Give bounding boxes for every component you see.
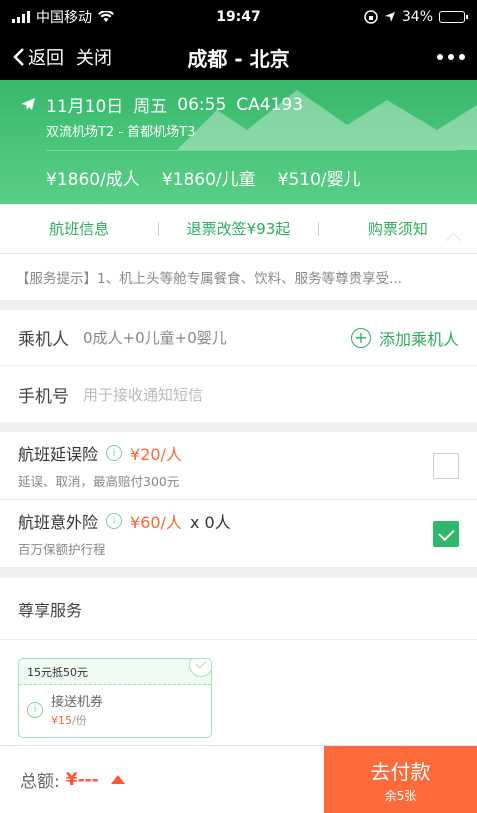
delay-insurance-row: 航班延误险 i ¥20/人 延误、取消，最高赔付300元 bbox=[0, 432, 477, 500]
info-icon[interactable]: i bbox=[106, 445, 123, 461]
insurance-desc: 百万保额护行程 bbox=[18, 542, 106, 557]
battery-icon bbox=[439, 11, 468, 23]
info-icon[interactable]: i bbox=[27, 701, 43, 718]
pay-button[interactable]: 去付款 余5张 bbox=[324, 746, 477, 813]
phone-row: 手机号 用于接收通知短信 bbox=[0, 366, 477, 422]
flight-time: 06:55 bbox=[177, 94, 227, 115]
tab-refund-change[interactable]: 退票改签¥93起 bbox=[159, 218, 317, 239]
caret-up-icon[interactable] bbox=[110, 775, 125, 784]
page-title: 成都 - 北京 bbox=[187, 46, 290, 71]
back-button[interactable]: 返回 bbox=[12, 44, 64, 70]
total-label: 总额: bbox=[20, 772, 60, 792]
vip-service-title: 尊享服务 bbox=[0, 578, 477, 640]
carrier-label: 中国移动 bbox=[36, 10, 92, 26]
passenger-label: 乘机人 bbox=[18, 330, 69, 350]
status-bar: 中国移动 19:47 34% bbox=[0, 0, 477, 34]
flight-summary: 11月10日 周五 06:55 CA4193 双流机场T2 - 首都机场T3 ¥… bbox=[0, 80, 477, 204]
insurance-price: ¥20/人 bbox=[130, 445, 182, 464]
check-circle-icon bbox=[189, 659, 211, 677]
add-passenger-label: 添加乘机人 bbox=[378, 329, 459, 349]
insurance-price: ¥60/人 bbox=[130, 513, 182, 532]
plane-icon bbox=[21, 97, 35, 110]
total-amount: ¥--- bbox=[65, 769, 99, 790]
location-icon bbox=[384, 12, 395, 22]
flight-date: 11月10日 bbox=[46, 97, 124, 117]
coupon-unit: /份 bbox=[72, 714, 87, 727]
close-button[interactable]: 关闭 bbox=[76, 44, 112, 70]
passenger-count: 0成人+0儿童+0婴儿 bbox=[83, 329, 227, 347]
back-label: 返回 bbox=[28, 48, 64, 69]
insurance-name: 航班延误险 bbox=[18, 445, 99, 464]
delay-insurance-checkbox[interactable] bbox=[433, 452, 459, 479]
wifi-icon bbox=[98, 11, 114, 22]
flight-weekday: 周五 bbox=[133, 97, 168, 117]
price-infant: ¥510/婴儿 bbox=[277, 170, 361, 190]
coupon-tag: 15元抵50元 bbox=[19, 659, 211, 685]
nav-bar: 返回 关闭 成都 - 北京 bbox=[0, 34, 477, 80]
phone-input[interactable]: 用于接收通知短信 bbox=[83, 384, 203, 405]
flight-number: CA4193 bbox=[236, 94, 304, 115]
signal-icon bbox=[12, 11, 30, 23]
chevron-left-icon bbox=[13, 48, 24, 66]
price-adult: ¥1860/成人 bbox=[46, 170, 140, 190]
price-child: ¥1860/儿童 bbox=[161, 170, 256, 190]
transfer-coupon-card[interactable]: 15元抵50元 i 接送机券 ¥15/份 bbox=[18, 658, 212, 738]
passenger-row: 乘机人 0成人+0儿童+0婴儿 + 添加乘机人 bbox=[0, 310, 477, 366]
accident-insurance-checkbox[interactable] bbox=[433, 520, 459, 547]
seats-left: 余5张 bbox=[384, 788, 417, 803]
total-section[interactable]: 总额: ¥--- bbox=[0, 767, 324, 792]
coupon-price: ¥15 bbox=[51, 714, 72, 727]
price-list: ¥1860/成人 ¥1860/儿童 ¥510/婴儿 bbox=[46, 165, 457, 190]
coupon-name: 接送机券 bbox=[51, 695, 104, 710]
insurance-desc: 延误、取消，最高赔付300元 bbox=[18, 474, 180, 489]
more-icon[interactable] bbox=[437, 54, 465, 60]
plus-circle-icon: + bbox=[350, 327, 371, 348]
flight-airports: 双流机场T2 - 首都机场T3 bbox=[46, 125, 196, 140]
lock-rotation-icon bbox=[364, 10, 378, 24]
info-tabs: 航班信息 退票改签¥93起 购票须知 bbox=[0, 204, 477, 254]
tab-flight-info[interactable]: 航班信息 bbox=[0, 218, 158, 239]
info-icon[interactable]: i bbox=[106, 513, 123, 529]
tab-purchase-notice[interactable]: 购票须知 bbox=[319, 218, 477, 239]
add-passenger-button[interactable]: + 添加乘机人 bbox=[350, 326, 459, 350]
insurance-name: 航班意外险 bbox=[18, 513, 99, 532]
accident-insurance-row: 航班意外险 i ¥60/人 x 0人 百万保额护行程 bbox=[0, 500, 477, 568]
vip-service-list: 15元抵50元 i 接送机券 ¥15/份 bbox=[0, 640, 477, 758]
divider bbox=[46, 150, 457, 151]
service-notice[interactable]: 【服务提示】1、机上头等舱专属餐食、饮料、服务等尊贵享受... bbox=[0, 254, 477, 300]
insurance-qty: x 0人 bbox=[189, 513, 231, 532]
phone-label: 手机号 bbox=[18, 386, 69, 407]
checkout-bar: 总额: ¥--- 去付款 余5张 bbox=[0, 745, 477, 813]
pay-label: 去付款 bbox=[370, 759, 431, 784]
battery-percent: 34% bbox=[401, 9, 433, 25]
